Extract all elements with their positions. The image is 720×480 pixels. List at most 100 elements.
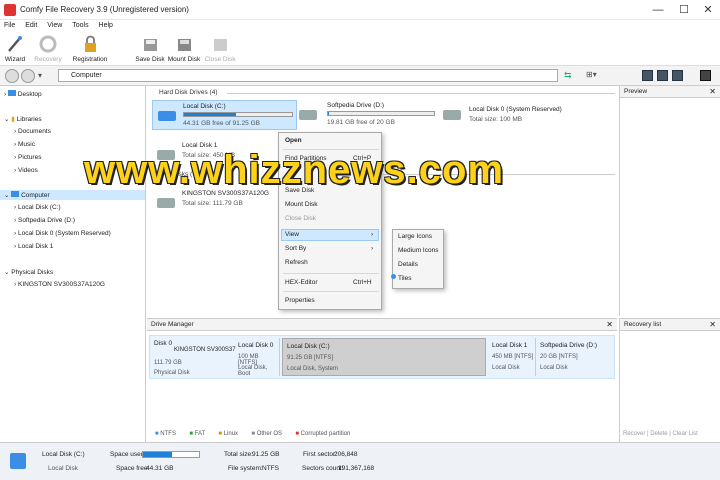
layout-icon-2[interactable] xyxy=(657,70,668,81)
recovery-list-close-icon[interactable]: ✕ xyxy=(709,320,716,329)
menu-bar: File Edit View Tools Help xyxy=(0,20,720,32)
ctx-refresh[interactable]: Refresh xyxy=(285,259,308,266)
tree-disk-1[interactable]: › Local Disk 1 xyxy=(14,243,53,250)
save-disk-icon xyxy=(140,34,160,54)
part-2-size: 450 MB [NTFS] xyxy=(492,354,534,360)
windows-disk-icon xyxy=(158,111,176,121)
ctx-open[interactable]: Open xyxy=(285,137,302,144)
ctx-close-disk[interactable]: Close Disk xyxy=(285,215,316,222)
part-local-disk-1[interactable]: Local Disk 1 450 MB [NTFS] Local Disk xyxy=(490,338,536,376)
status-first-label: First sector: xyxy=(303,451,337,458)
disk0-name: Disk 0 xyxy=(154,340,173,347)
tree-disk-c[interactable]: › Local Disk (C:) xyxy=(14,204,61,211)
space-used-bar xyxy=(142,451,200,458)
clear-list-button[interactable]: Clear List xyxy=(673,431,698,437)
delete-button[interactable]: Delete xyxy=(650,431,667,437)
view-tiles[interactable]: Tiles xyxy=(398,275,411,282)
mount-disk-button[interactable]: Mount Disk xyxy=(166,34,202,63)
tree-libraries[interactable]: ⌄ ▮ Libraries xyxy=(4,115,42,123)
tree-pictures[interactable]: › Pictures xyxy=(14,154,41,161)
minimize-button[interactable]: — xyxy=(650,3,666,17)
drive-manager-header: Drive Manager xyxy=(147,319,617,331)
status-free-label: Space free: xyxy=(116,465,150,472)
ctx-sort-arrow-icon: › xyxy=(371,245,374,252)
part-3-desc: Local Disk xyxy=(540,365,568,371)
recovery-label: Recovery xyxy=(34,56,62,63)
disk-tile-0[interactable]: Local Disk 0 (System Reserved) Total siz… xyxy=(443,100,613,130)
legend-corrupted: Corrupted partition xyxy=(300,431,351,437)
ctx-hex-editor[interactable]: HEX-Editor xyxy=(285,279,318,286)
ctx-properties[interactable]: Properties xyxy=(285,297,315,304)
fullscreen-icon[interactable] xyxy=(700,70,711,81)
tree-desktop[interactable]: › Desktop xyxy=(4,90,42,98)
disk-tile-c[interactable]: Local Disk (C:) 44.31 GB free of 91.25 G… xyxy=(152,100,297,130)
wizard-button[interactable]: Wizard xyxy=(3,34,27,63)
status-disk-name: Local Disk (C:) xyxy=(42,451,85,458)
forward-button[interactable] xyxy=(21,69,35,83)
recovery-list-pane: Recovery list ✕ Recover | Delete | Clear… xyxy=(619,318,720,442)
disk-tile-d[interactable]: Softpedia Drive (D:) 19.81 GB free of 20… xyxy=(299,100,439,130)
hdd-divider xyxy=(227,93,615,94)
save-disk-button[interactable]: Save Disk xyxy=(135,34,165,63)
tree-documents[interactable]: › Documents xyxy=(14,128,51,135)
status-disk-type: Local Disk xyxy=(48,465,78,472)
view-submenu: Large Icons Medium Icons Details Tiles xyxy=(391,229,444,289)
address-input[interactable]: Computer xyxy=(58,69,558,82)
view-details[interactable]: Details xyxy=(398,261,418,268)
view-large-icons[interactable]: Large Icons xyxy=(398,233,432,240)
recovery-button[interactable]: Recovery xyxy=(33,34,63,63)
preview-close-icon[interactable]: ✕ xyxy=(709,87,716,96)
tree-music[interactable]: › Music xyxy=(14,141,35,148)
recovery-actions: Recover | Delete | Clear List xyxy=(623,431,698,437)
view-medium-icons[interactable]: Medium Icons xyxy=(398,247,438,254)
part-local-disk-0[interactable]: Local Disk 0 100 MB [NTFS] Local Disk, B… xyxy=(236,338,280,377)
recovery-icon xyxy=(38,34,58,54)
disk-c-name: Local Disk (C:) xyxy=(183,103,226,110)
tree-disk-d[interactable]: › Softpedia Drive (D:) xyxy=(14,217,75,224)
menu-help[interactable]: Help xyxy=(99,20,113,32)
close-button[interactable]: ✕ xyxy=(700,3,716,17)
ctx-mount-disk[interactable]: Mount Disk xyxy=(285,201,318,208)
drive-manager: Drive Manager ✕ Disk 0 KINGSTON SV300S37… xyxy=(147,318,617,442)
disk0-row[interactable]: Disk 0 KINGSTON SV300S37 111.79 GB Physi… xyxy=(149,335,615,379)
menu-edit[interactable]: Edit xyxy=(25,20,37,32)
menu-view[interactable]: View xyxy=(47,20,62,32)
part-3-name: Softpedia Drive (D:) xyxy=(540,342,598,349)
preview-header: Preview xyxy=(620,86,720,98)
close-disk-icon xyxy=(210,34,230,54)
recover-button[interactable]: Recover xyxy=(623,431,645,437)
disk-d-name: Softpedia Drive (D:) xyxy=(327,102,385,109)
tree-videos[interactable]: › Videos xyxy=(14,167,38,174)
view-options-icon[interactable]: ⊞▾ xyxy=(586,70,597,79)
tree-physical[interactable]: ⌄ Physical Disks xyxy=(4,268,53,276)
ctx-view[interactable]: View xyxy=(285,231,299,238)
selected-bullet-icon xyxy=(391,274,396,279)
menu-file[interactable]: File xyxy=(4,20,15,32)
disk0-size: 111.79 GB xyxy=(154,360,182,366)
layout-icon-1[interactable] xyxy=(642,70,653,81)
ctx-sort-by[interactable]: Sort By xyxy=(285,245,306,252)
mount-disk-label: Mount Disk xyxy=(167,56,201,63)
disk-icon xyxy=(443,110,461,120)
close-disk-button[interactable]: Close Disk xyxy=(203,34,237,63)
kingston-info: Total size: 111.79 GB xyxy=(182,200,243,207)
registration-button[interactable]: Registration xyxy=(70,34,110,63)
hdd-group-header: Hard Disk Drives (4) xyxy=(159,89,218,96)
layout-icon-3[interactable] xyxy=(672,70,683,81)
drive-manager-close-icon[interactable]: ✕ xyxy=(606,320,613,329)
status-bar: Local Disk (C:) Local Disk Space used: S… xyxy=(0,442,720,480)
tree-disk-0[interactable]: › Local Disk 0 (System Reserved) xyxy=(14,230,111,237)
back-button[interactable] xyxy=(5,69,19,83)
part-local-disk-c[interactable]: Local Disk (C:) 91.25 GB [NTFS] Local Di… xyxy=(282,338,486,376)
history-dropdown-icon[interactable]: ▾ xyxy=(38,71,42,80)
part-softpedia-d[interactable]: Softpedia Drive (D:) 20 GB [NTFS] Local … xyxy=(538,338,612,376)
tree-kingston[interactable]: › KINGSTON SV300S37A120G xyxy=(14,281,105,288)
watermark-text: www.whizznews.com xyxy=(84,148,505,192)
refresh-icon[interactable]: ⇆ xyxy=(564,70,572,81)
disk0-type: Physical Disk xyxy=(154,370,190,376)
disk-icon xyxy=(157,198,175,208)
menu-tools[interactable]: Tools xyxy=(72,20,88,32)
disk-c-info: 44.31 GB free of 91.25 GB xyxy=(183,120,260,127)
maximize-button[interactable]: ☐ xyxy=(676,3,692,17)
lock-icon xyxy=(80,34,100,54)
